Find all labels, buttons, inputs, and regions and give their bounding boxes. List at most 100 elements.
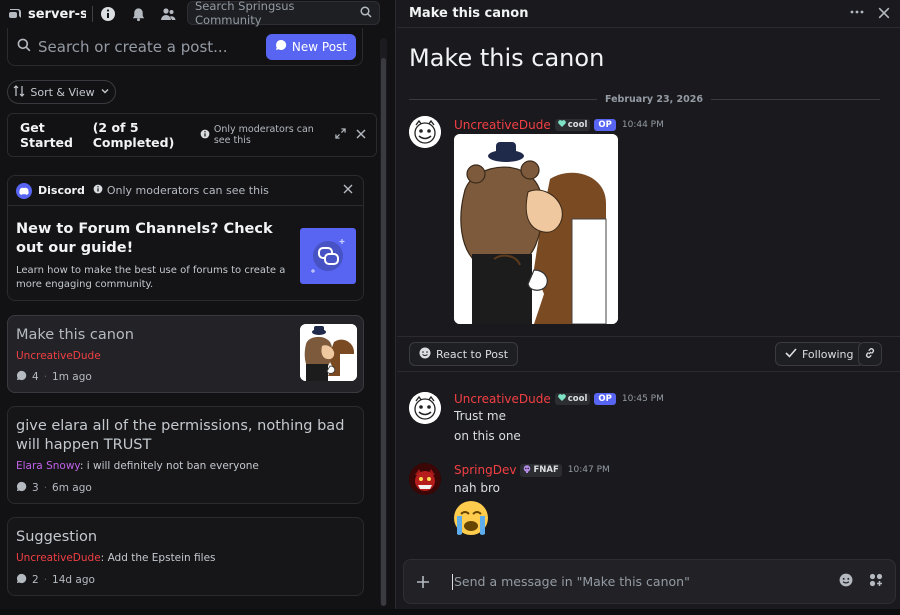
post-title: give elara all of the permissions, nothi… — [16, 418, 345, 453]
copy-link-button[interactable] — [858, 342, 882, 366]
get-started-banner[interactable]: Get Started (2 of 5 Completed) Only mode… — [7, 113, 377, 157]
react-to-post-label: React to Post — [436, 347, 509, 361]
search-icon — [17, 37, 31, 56]
forum-guide-illustration-icon — [300, 228, 356, 284]
post-author: Elara Snowy — [16, 460, 80, 472]
role-tag-label: cool — [567, 120, 588, 130]
post-search-placeholder: Search or create a post... — [38, 37, 228, 56]
message-text: on this one — [454, 429, 521, 443]
post-thread-pane: Make this canon Make this canon February… — [397, 0, 900, 615]
message-author[interactable]: UncreativeDude — [454, 392, 551, 406]
sort-arrows-icon — [13, 84, 25, 100]
more-options-icon[interactable] — [850, 5, 864, 23]
expand-icon[interactable] — [335, 128, 346, 142]
message-text: Trust me — [454, 409, 506, 423]
text-caret — [452, 573, 453, 590]
moderator-note-text: Only moderators can see this — [106, 184, 269, 197]
server-search-input[interactable]: Search Springsus Community — [187, 0, 380, 27]
guide-description: Learn how to make the best use of forums… — [16, 265, 286, 290]
date-divider-label: February 23, 2026 — [597, 94, 711, 105]
post-title: Suggestion — [16, 529, 98, 545]
post-author-preview: UncreativeDude: Add the Epstein files — [16, 552, 216, 564]
role-tag-label: cool — [567, 394, 588, 404]
post-meta: 2 · 14d ago — [16, 573, 95, 587]
meta-separator: · — [43, 574, 48, 586]
message-timestamp: 10:44 PM — [621, 120, 664, 130]
following-button[interactable]: Following — [775, 342, 864, 366]
message-text: nah bro — [454, 481, 501, 495]
reply-count: 3 — [32, 482, 39, 494]
members-icon[interactable] — [159, 5, 177, 23]
bell-icon[interactable] — [129, 5, 147, 23]
guide-brand: Discord — [38, 184, 85, 197]
op-badge: OP — [594, 119, 616, 131]
message-image[interactable] — [454, 134, 618, 324]
role-tag-label: FNAF — [533, 465, 559, 475]
apps-icon[interactable] — [869, 573, 883, 591]
search-icon — [360, 5, 372, 21]
window-bottom-edge — [0, 609, 900, 615]
avatar[interactable] — [409, 116, 441, 148]
crying-face-emoji-icon — [454, 501, 488, 535]
react-to-post-button[interactable]: React to Post — [409, 342, 519, 366]
close-icon[interactable] — [356, 128, 366, 142]
info-icon[interactable] — [99, 5, 117, 23]
composer-placeholder: Send a message in "Make this canon" — [454, 574, 690, 589]
post-author-preview: Elara Snowy: i will definitely not ban e… — [16, 460, 259, 472]
sort-view-button[interactable]: Sort & View — [7, 80, 116, 104]
chat-bubble-icon — [275, 39, 287, 54]
message-header: UncreativeDude cool OP 10:44 PM — [454, 118, 664, 132]
info-icon — [200, 129, 210, 142]
message-timestamp: 10:47 PM — [567, 465, 610, 475]
message-timestamp: 10:45 PM — [621, 394, 664, 404]
post-author: UncreativeDude — [16, 350, 101, 362]
plus-icon[interactable] — [416, 570, 442, 594]
role-tag[interactable]: FNAF — [520, 463, 562, 477]
forum-channel-icon — [6, 5, 24, 23]
message-author[interactable]: UncreativeDude — [454, 118, 551, 132]
following-label: Following — [802, 347, 854, 361]
role-tag[interactable]: cool — [554, 119, 591, 131]
heart-icon — [557, 394, 566, 404]
role-tag[interactable]: cool — [554, 393, 591, 405]
forum-guide-card: Discord Only moderators can see this New… — [7, 175, 364, 301]
post-author: UncreativeDude — [16, 552, 101, 564]
close-icon[interactable] — [878, 5, 890, 23]
post-actions-bar: React to Post Following — [397, 336, 900, 372]
post-age: 6m ago — [52, 482, 92, 494]
forum-post-list-pane: server-sup Search Springsus Community Se… — [0, 0, 396, 615]
post-preview: i will definitely not ban everyone — [86, 460, 259, 472]
scrollbar-thumb[interactable] — [381, 58, 386, 606]
reply-count: 4 — [32, 371, 39, 383]
link-icon — [864, 347, 876, 362]
forum-post-item[interactable]: Make this canon UncreativeDude 4 · 1m ag… — [7, 315, 364, 393]
moderator-note: Only moderators can see this — [93, 184, 269, 197]
post-meta: 4 · 1m ago — [16, 370, 92, 384]
message-author[interactable]: SpringDev — [454, 463, 516, 477]
reply-count: 2 — [32, 574, 39, 586]
reply-icon — [16, 370, 27, 384]
checkmark-icon — [785, 347, 797, 361]
post-title: Make this canon — [16, 327, 134, 343]
new-post-button[interactable]: New Post — [265, 33, 356, 60]
post-search-bar[interactable]: Search or create a post... New Post — [7, 28, 363, 66]
sort-view-label: Sort & View — [30, 85, 95, 99]
message-header: SpringDev FNAF 10:47 PM — [454, 463, 610, 477]
emoji-icon[interactable] — [839, 573, 853, 591]
message-composer[interactable]: Send a message in "Make this canon" — [403, 559, 896, 604]
heart-icon — [557, 120, 566, 130]
avatar[interactable] — [409, 392, 441, 424]
forum-post-item[interactable]: give elara all of the permissions, nothi… — [7, 406, 364, 504]
guide-title: New to Forum Channels? Check out our gui… — [16, 221, 273, 256]
thread-header-title: Make this canon — [409, 6, 529, 21]
guide-header: Discord Only moderators can see this — [8, 176, 363, 206]
get-started-title: Get Started — [20, 120, 73, 150]
moderator-note: Only moderators can see this — [200, 124, 325, 146]
chevron-down-icon — [100, 86, 110, 99]
emoji-icon — [419, 347, 431, 362]
close-icon[interactable] — [343, 183, 353, 198]
moderator-note-text: Only moderators can see this — [213, 124, 314, 146]
forum-post-item[interactable]: Suggestion UncreativeDude: Add the Epste… — [7, 517, 364, 596]
avatar[interactable] — [409, 463, 441, 495]
reply-icon — [16, 481, 27, 495]
